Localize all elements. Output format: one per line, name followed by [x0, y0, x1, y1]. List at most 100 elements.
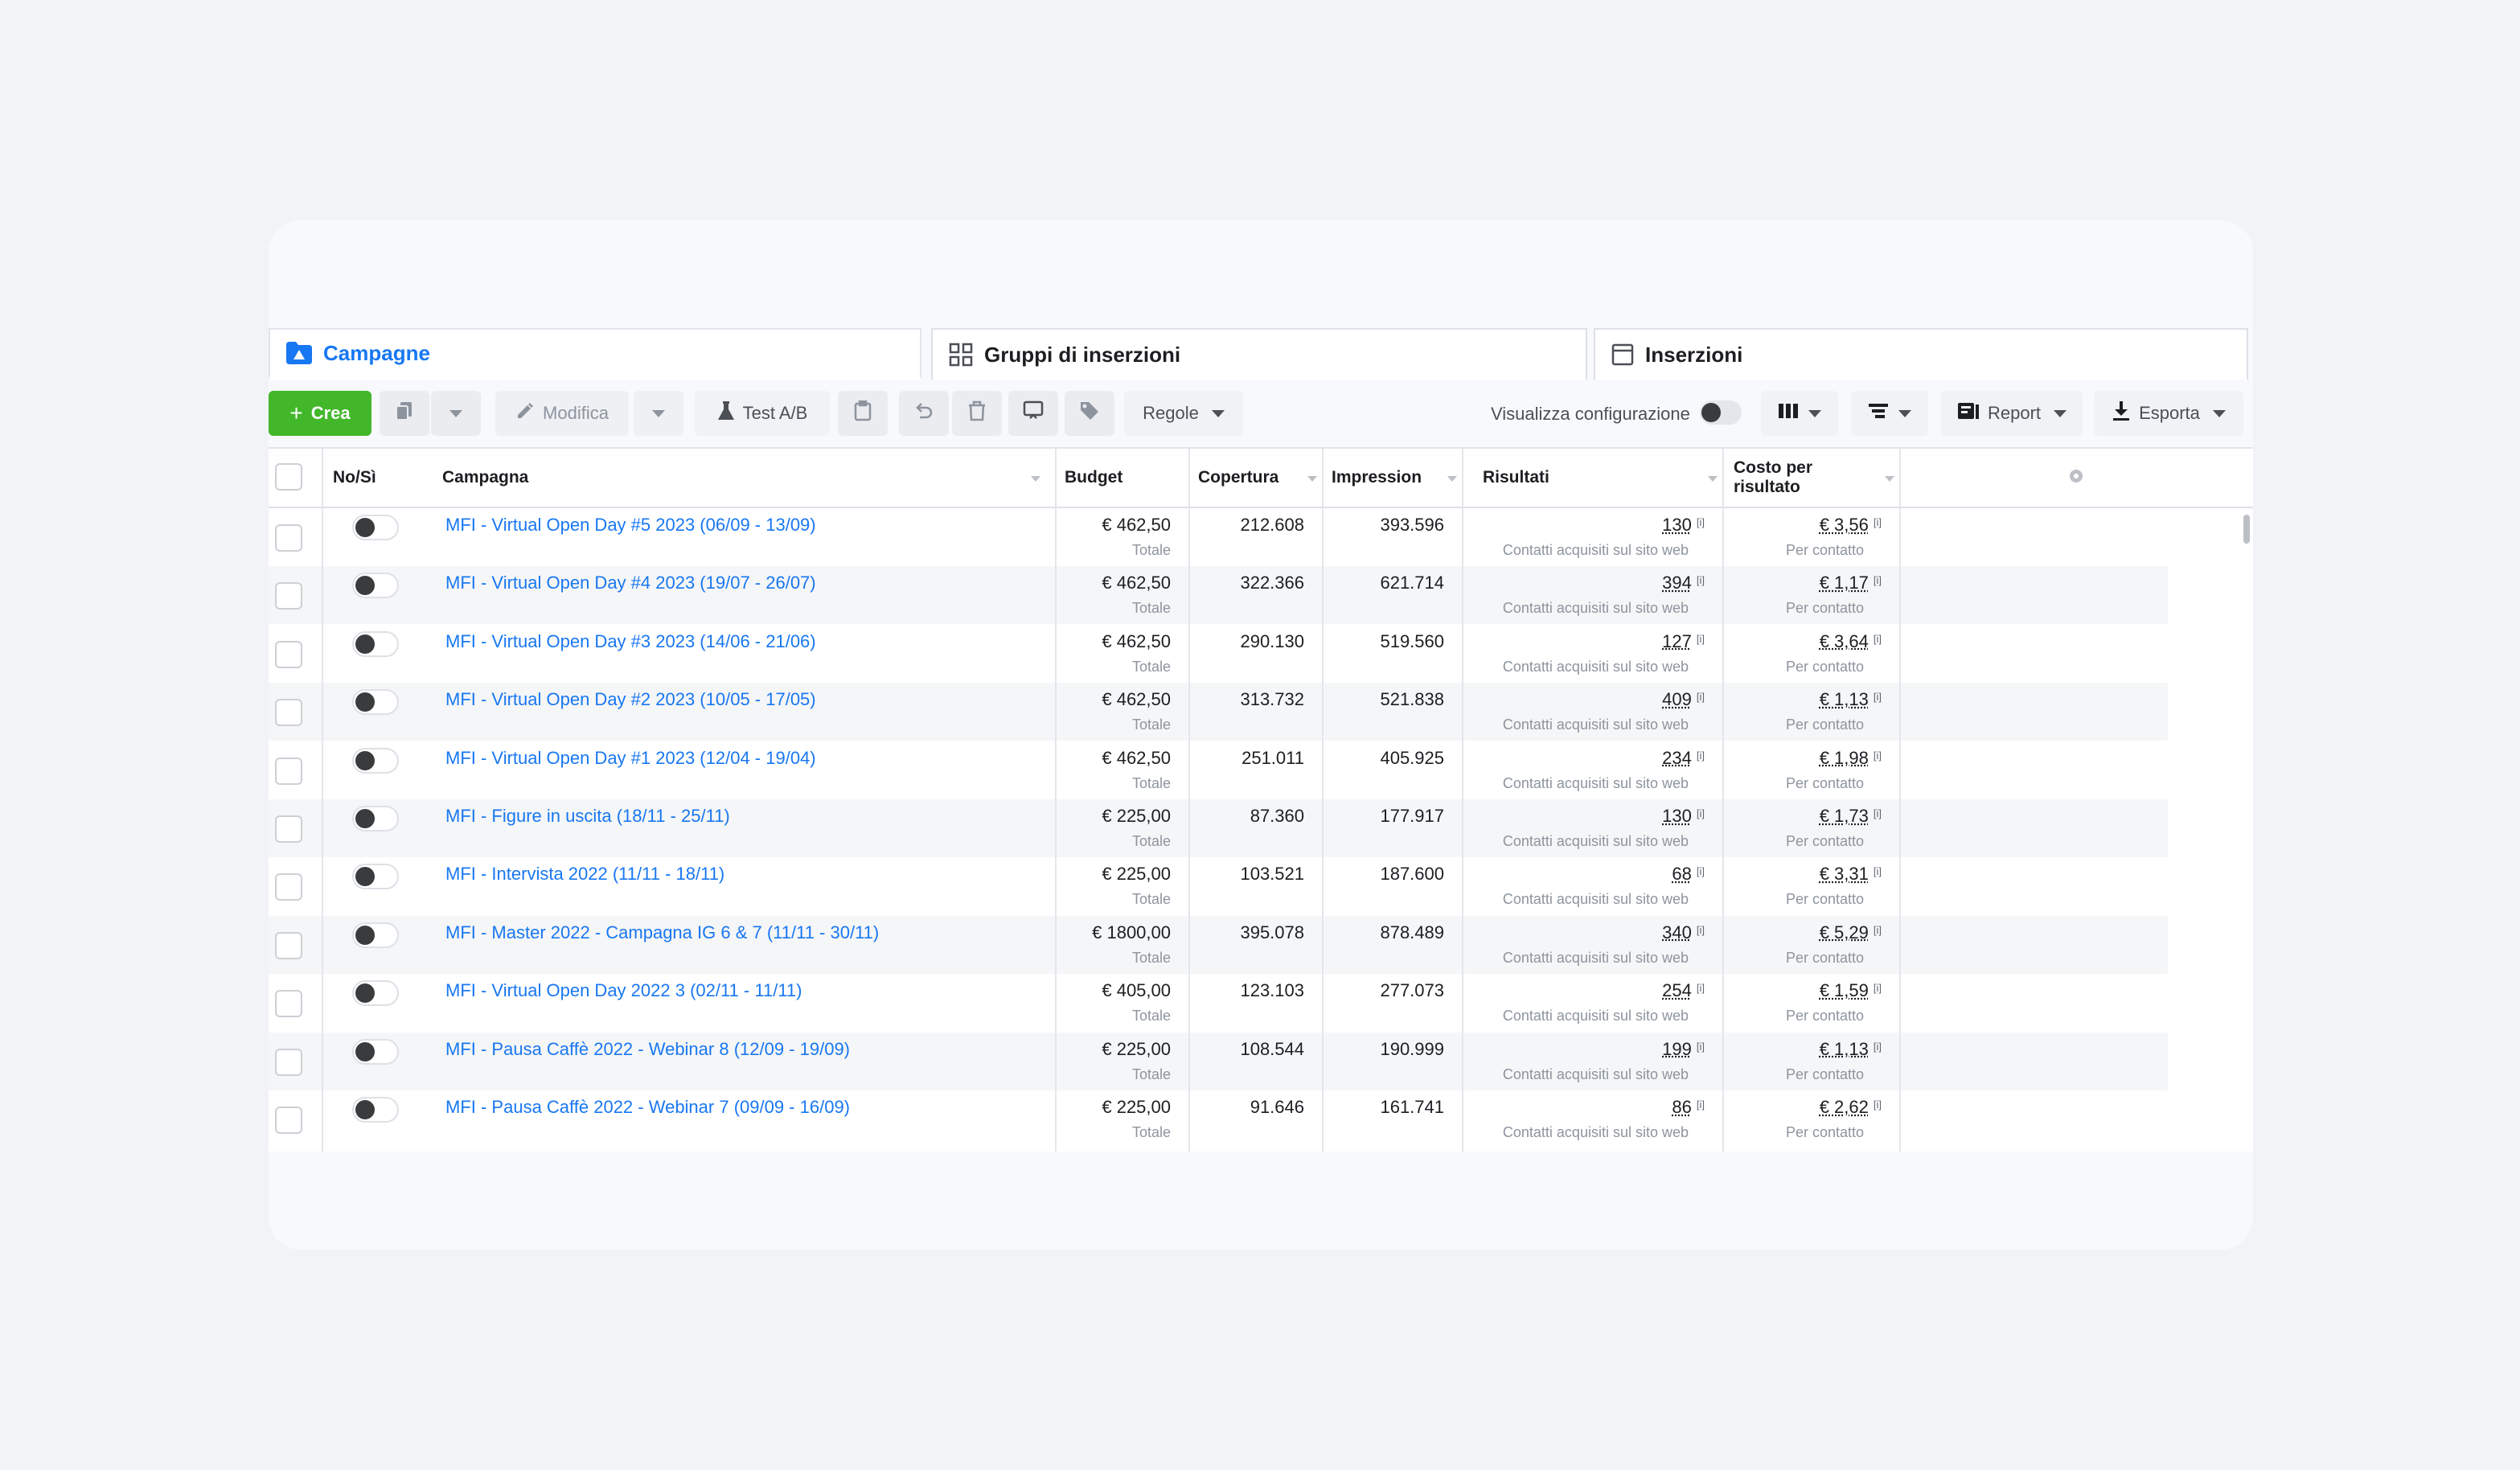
cost-per-result-value[interactable]: € 1,98 [i] [1820, 748, 1882, 769]
table-row[interactable]: MFI - Pausa Caffè 2022 - Webinar 7 (09/0… [269, 1090, 2168, 1148]
clipboard-button[interactable] [838, 391, 888, 436]
create-button[interactable]: + Crea [269, 391, 371, 436]
cost-per-result-value[interactable]: € 2,62 [i] [1820, 1097, 1882, 1118]
row-checkbox[interactable] [275, 990, 302, 1018]
cost-per-result-value[interactable]: € 3,56 [i] [1820, 515, 1882, 536]
column-header-cost-per-result[interactable]: Costo per risultato [1734, 449, 1904, 507]
export-button[interactable]: Esporta [2094, 391, 2243, 436]
table-row[interactable]: MFI - Virtual Open Day #4 2023 (19/07 - … [269, 566, 2168, 625]
results-value[interactable]: 199 [i] [1662, 1039, 1705, 1060]
table-row[interactable]: MFI - Pausa Caffè 2022 - Webinar 8 (12/0… [269, 1032, 2168, 1090]
campaign-name-link[interactable]: MFI - Master 2022 - Campagna IG 6 & 7 (1… [445, 922, 879, 943]
column-header-results[interactable]: Risultati [1483, 449, 1727, 507]
results-value[interactable]: 394 [i] [1662, 573, 1705, 593]
edit-dropdown-button[interactable] [634, 391, 683, 436]
cost-per-result-value[interactable]: € 3,31 [i] [1820, 864, 1882, 885]
results-value[interactable]: 130 [i] [1662, 515, 1705, 536]
campaign-toggle[interactable] [352, 1097, 399, 1123]
tab-ads[interactable]: Inserzioni [1594, 328, 2248, 380]
campaign-toggle[interactable] [352, 573, 399, 599]
results-value[interactable]: 127 [i] [1662, 631, 1705, 652]
table-row[interactable]: MFI - Virtual Open Day 2022 3 (02/11 - 1… [269, 974, 2168, 1032]
campaign-toggle[interactable] [352, 806, 399, 831]
results-value[interactable]: 340 [i] [1662, 922, 1705, 943]
cost-per-result-value[interactable]: € 1,13 [i] [1820, 689, 1882, 710]
campaign-name-link[interactable]: MFI - Virtual Open Day #4 2023 (19/07 - … [445, 573, 816, 593]
cost-per-result-value[interactable]: € 3,64 [i] [1820, 631, 1882, 652]
row-checkbox[interactable] [275, 815, 302, 843]
column-settings-icon[interactable] [2068, 468, 2084, 488]
row-checkbox[interactable] [275, 582, 302, 610]
results-value[interactable]: 130 [i] [1662, 806, 1705, 827]
duplicate-dropdown-button[interactable] [431, 391, 481, 436]
table-row[interactable]: MFI - Virtual Open Day #2 2023 (10/05 - … [269, 683, 2168, 741]
campaign-toggle[interactable] [352, 1038, 399, 1065]
campaign-name-link[interactable]: MFI - Figure in uscita (18/11 - 25/11) [445, 806, 730, 827]
duplicate-button[interactable] [380, 391, 429, 436]
column-header-impressions[interactable]: Impression [1332, 449, 1467, 507]
delete-button[interactable] [952, 391, 1002, 436]
view-config-toggle[interactable] [1700, 400, 1742, 425]
select-all-checkbox[interactable] [275, 463, 302, 491]
campaign-toggle[interactable] [352, 922, 399, 948]
campaign-name-link[interactable]: MFI - Pausa Caffè 2022 - Webinar 7 (09/0… [445, 1097, 850, 1118]
row-checkbox[interactable] [275, 1107, 302, 1134]
campaign-name-link[interactable]: MFI - Virtual Open Day 2022 3 (02/11 - 1… [445, 980, 802, 1001]
row-checkbox[interactable] [275, 524, 302, 552]
results-value[interactable]: 86 [i] [1672, 1097, 1705, 1118]
campaign-name-link[interactable]: MFI - Intervista 2022 (11/11 - 18/11) [445, 864, 724, 885]
row-checkbox[interactable] [275, 1048, 302, 1076]
info-icon: [i] [1873, 516, 1882, 528]
column-header-campaign[interactable]: Campagna [442, 449, 1050, 507]
info-icon: [i] [1696, 749, 1705, 762]
tag-button[interactable] [1065, 391, 1114, 436]
table-row[interactable]: MFI - Intervista 2022 (11/11 - 18/11) € 2… [269, 857, 2168, 915]
rules-button[interactable]: Regole [1124, 391, 1243, 436]
table-row[interactable]: MFI - Figure in uscita (18/11 - 25/11) € … [269, 799, 2168, 857]
column-header-budget[interactable]: Budget [1065, 449, 1193, 507]
edit-button[interactable]: Modifica [495, 391, 629, 436]
campaign-toggle[interactable] [352, 980, 399, 1007]
campaign-toggle[interactable] [352, 689, 399, 716]
table-row[interactable]: MFI - Virtual Open Day #3 2023 (14/06 - … [269, 625, 2168, 683]
cost-per-result-value[interactable]: € 1,13 [i] [1820, 1039, 1882, 1060]
campaign-toggle[interactable] [352, 630, 399, 657]
column-header-onoff[interactable]: No/Sì [333, 449, 437, 507]
columns-button[interactable] [1761, 391, 1838, 436]
campaign-toggle[interactable] [352, 515, 399, 540]
table-row[interactable]: MFI - Virtual Open Day #1 2023 (12/04 - … [269, 741, 2168, 799]
preview-button[interactable] [1008, 391, 1058, 436]
row-checkbox[interactable] [275, 640, 302, 668]
results-value[interactable]: 68 [i] [1672, 864, 1705, 885]
cost-per-result-value[interactable]: € 1,73 [i] [1820, 806, 1882, 827]
breakdown-button[interactable] [1851, 391, 1928, 436]
campaign-toggle[interactable] [352, 747, 399, 774]
results-value[interactable]: 234 [i] [1662, 748, 1705, 769]
cost-per-result-value[interactable]: € 5,29 [i] [1820, 922, 1882, 943]
results-value[interactable]: 409 [i] [1662, 689, 1705, 710]
row-checkbox[interactable] [275, 873, 302, 901]
campaign-name-link[interactable]: MFI - Virtual Open Day #5 2023 (06/09 - … [445, 515, 816, 536]
cost-per-result-value[interactable]: € 1,17 [i] [1820, 573, 1882, 593]
tab-adsets[interactable]: Gruppi di inserzioni [931, 328, 1587, 380]
table-row[interactable]: MFI - Virtual Open Day #5 2023 (06/09 - … [269, 508, 2168, 566]
campaign-toggle[interactable] [352, 864, 399, 890]
campaign-name-link[interactable]: MFI - Virtual Open Day #1 2023 (12/04 - … [445, 748, 816, 769]
row-checkbox[interactable] [275, 699, 302, 727]
column-header-reach[interactable]: Copertura [1198, 449, 1327, 507]
chevron-down-icon [1211, 409, 1225, 417]
report-button[interactable]: Report [1941, 391, 2083, 436]
cost-per-result-value[interactable]: € 1,59 [i] [1820, 980, 1882, 1001]
campaign-name-link[interactable]: MFI - Virtual Open Day #3 2023 (14/06 - … [445, 631, 816, 652]
impressions-value: 521.838 [1380, 689, 1444, 710]
vertical-scrollbar[interactable] [2243, 515, 2250, 544]
tab-campaigns[interactable]: Campagne [269, 328, 921, 380]
ab-test-button[interactable]: Test A/B [695, 391, 830, 436]
results-value[interactable]: 254 [i] [1662, 980, 1705, 1001]
campaign-name-link[interactable]: MFI - Pausa Caffè 2022 - Webinar 8 (12/0… [445, 1039, 850, 1060]
undo-button[interactable] [899, 391, 949, 436]
campaign-name-link[interactable]: MFI - Virtual Open Day #2 2023 (10/05 - … [445, 689, 816, 710]
row-checkbox[interactable] [275, 757, 302, 785]
table-row[interactable]: MFI - Master 2022 - Campagna IG 6 & 7 (1… [269, 915, 2168, 974]
row-checkbox[interactable] [275, 931, 302, 959]
